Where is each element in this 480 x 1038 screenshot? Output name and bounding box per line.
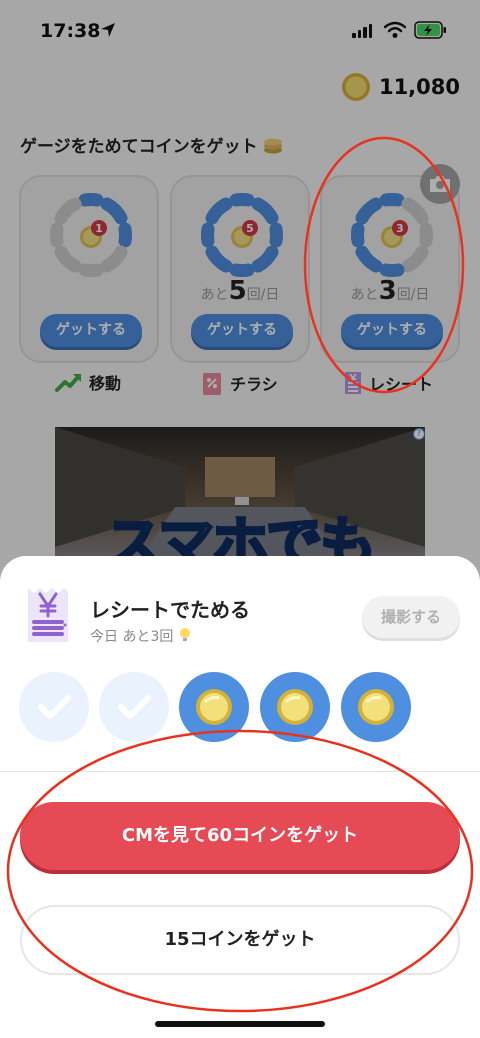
coin-icon <box>277 689 313 725</box>
check-icon <box>118 695 151 719</box>
sheet-subtitle: 今日 あと3回 <box>90 626 192 646</box>
progress-slot-coin <box>179 672 249 742</box>
progress-slot-done <box>19 672 89 742</box>
lightbulb-icon <box>179 628 190 641</box>
progress-slot-coin <box>341 672 411 742</box>
coin-icon <box>358 689 394 725</box>
progress-slot-done <box>99 672 169 742</box>
progress-slot-coin <box>260 672 330 742</box>
receipt-yen-icon <box>28 588 68 642</box>
get-15-coins-button[interactable]: 15コインをゲット <box>20 905 460 975</box>
sheet-title: レシートでためる <box>90 598 250 622</box>
home-indicator[interactable] <box>155 1021 325 1027</box>
check-icon <box>38 695 71 719</box>
divider <box>0 771 480 772</box>
coin-icon <box>196 689 232 725</box>
shoot-button[interactable]: 撮影する <box>362 596 460 638</box>
watch-cm-button[interactable]: CMを見て60コインをゲット <box>20 802 460 870</box>
receipt-bottom-sheet: レシートでためる 今日 あと3回 撮影する CMを見て60コインをゲット 15コ… <box>0 556 480 1038</box>
